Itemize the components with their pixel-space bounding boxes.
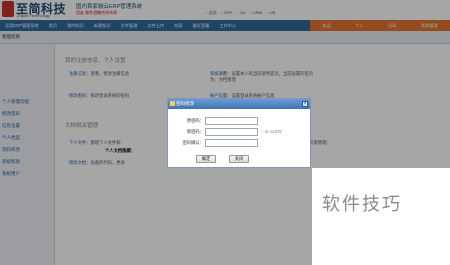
old-password-input[interactable]: [205, 117, 258, 125]
watermark-text: 软件技巧: [322, 194, 402, 215]
ok-button[interactable]: 确定: [196, 155, 216, 163]
confirm-password-row: 密码确认：: [168, 139, 312, 147]
confirm-password-input[interactable]: [205, 139, 258, 147]
password-dialog: 密码修改 × 原密码： 新密码： *（6~20字符） 密码确认： 确定 关闭: [167, 98, 311, 168]
dialog-title-bar[interactable]: 密码修改 ×: [168, 99, 310, 109]
old-password-row: 原密码：: [168, 117, 312, 125]
new-password-label: 新密码：: [186, 129, 204, 134]
close-icon[interactable]: ×: [302, 101, 308, 107]
new-password-hint: *（6~20字符）: [261, 130, 285, 134]
key-icon: [170, 101, 175, 106]
new-password-row: 新密码： *（6~20字符）: [168, 128, 312, 136]
confirm-password-label: 密码确认：: [182, 140, 204, 145]
cancel-button[interactable]: 关闭: [229, 155, 249, 163]
dialog-title: 密码修改: [176, 101, 194, 106]
new-password-input[interactable]: [205, 128, 258, 136]
watermark-box: [312, 168, 450, 265]
old-password-label: 原密码：: [186, 118, 204, 123]
